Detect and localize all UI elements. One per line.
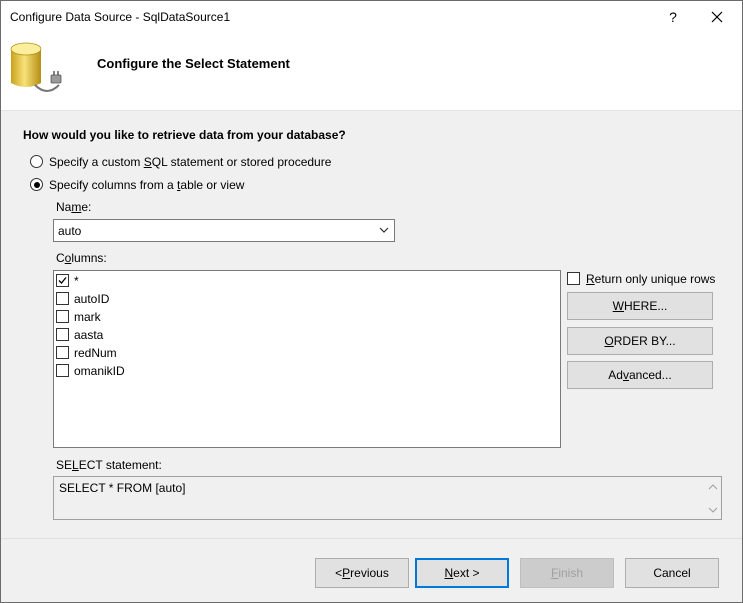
wizard-header: Configure the Select Statement xyxy=(1,33,742,111)
column-item-mark[interactable]: mark xyxy=(56,308,356,326)
column-item-omanikid[interactable]: omanikID xyxy=(56,362,356,380)
column-checkbox[interactable] xyxy=(56,346,69,359)
check-icon xyxy=(58,277,67,284)
scroll-down-icon[interactable] xyxy=(708,506,718,514)
column-label: redNum xyxy=(74,346,117,360)
table-name-value: auto xyxy=(58,224,82,238)
column-checkbox[interactable] xyxy=(56,274,69,287)
column-label: autoID xyxy=(74,292,110,306)
radio-custom-sql-label[interactable]: Specify a custom SQL statement or stored… xyxy=(49,155,331,169)
footer-divider xyxy=(1,538,742,539)
columns-list[interactable]: * autoID mark aasta redNum omanikID xyxy=(53,270,561,448)
unique-rows-label[interactable]: Return only unique rows xyxy=(586,272,715,286)
radio-columns-from-table[interactable] xyxy=(30,178,43,191)
where-button[interactable]: W HERE... xyxy=(567,292,713,320)
order-by-button[interactable]: O RDER BY... xyxy=(567,327,713,355)
column-item-aasta[interactable]: aasta xyxy=(56,326,356,344)
column-checkbox[interactable] xyxy=(56,364,69,377)
close-button[interactable] xyxy=(695,1,739,33)
scroll-up-icon[interactable] xyxy=(708,483,718,491)
column-checkbox[interactable] xyxy=(56,328,69,341)
name-label: Name: xyxy=(56,200,92,214)
column-label: aasta xyxy=(74,328,104,342)
column-label: * xyxy=(74,274,79,288)
cancel-button[interactable]: Cancel xyxy=(625,558,719,588)
select-statement-textbox[interactable]: SELECT * FROM [auto] xyxy=(53,476,722,520)
next-button[interactable]: Next > xyxy=(415,558,509,588)
chevron-down-icon xyxy=(379,227,389,233)
database-icon xyxy=(10,42,62,92)
column-item-autoid[interactable]: autoID xyxy=(56,290,356,308)
column-checkbox[interactable] xyxy=(56,292,69,305)
finish-button[interactable]: Finish xyxy=(520,558,614,588)
close-icon xyxy=(711,11,723,23)
column-item-rednum[interactable]: redNum xyxy=(56,344,356,362)
dialog-window: Configure Data Source - SqlDataSource1 ? xyxy=(0,0,743,603)
title-bar[interactable]: Configure Data Source - SqlDataSource1 ? xyxy=(1,1,742,33)
radio-custom-sql[interactable] xyxy=(30,155,43,168)
window-title: Configure Data Source - SqlDataSource1 xyxy=(10,10,231,24)
column-label: omanikID xyxy=(74,364,125,378)
help-button[interactable]: ? xyxy=(651,1,695,33)
table-name-dropdown[interactable]: auto xyxy=(53,219,395,242)
column-item-star[interactable]: * xyxy=(56,272,356,290)
unique-rows-checkbox[interactable] xyxy=(567,272,580,285)
previous-button[interactable]: < Previous xyxy=(315,558,409,588)
select-statement-text: SELECT * FROM [auto] xyxy=(59,481,186,495)
columns-label: Columns: xyxy=(56,251,107,265)
radio-columns-from-table-label[interactable]: Specify columns from a table or view xyxy=(49,178,244,192)
retrieve-question: How would you like to retrieve data from… xyxy=(23,128,346,142)
advanced-button[interactable]: Ad v anced... xyxy=(567,361,713,389)
page-title: Configure the Select Statement xyxy=(97,56,290,71)
column-label: mark xyxy=(74,310,101,324)
select-statement-label: SELECT statement: xyxy=(56,458,162,472)
column-checkbox[interactable] xyxy=(56,310,69,323)
